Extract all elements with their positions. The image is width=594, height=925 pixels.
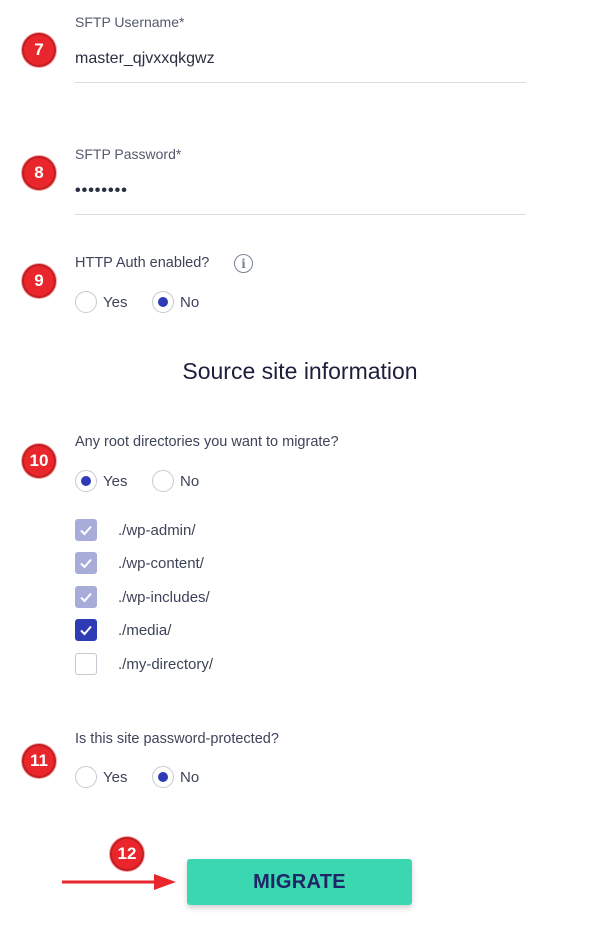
radio-checked-icon[interactable]	[75, 470, 97, 492]
directory-label: ./my-directory/	[118, 655, 214, 673]
root-dirs-question: Any root directories you want to migrate…	[75, 434, 339, 450]
http-auth-question: HTTP Auth enabled?	[75, 255, 210, 271]
radio-label: No	[180, 472, 200, 490]
directory-label: ./wp-admin/	[118, 521, 196, 539]
http-auth-no-option[interactable]: No	[152, 291, 199, 313]
checkbox-checked-disabled-icon	[75, 552, 97, 574]
step-badge-8: 8	[22, 156, 56, 190]
section-title: Source site information	[182, 358, 418, 384]
step-badge-12: 12	[110, 837, 144, 871]
sftp-username-label: SFTP Username*	[75, 14, 185, 30]
radio-checked-icon[interactable]	[152, 766, 174, 788]
step-badge-9: 9	[22, 264, 56, 298]
sftp-password-label: SFTP Password*	[75, 146, 182, 162]
directory-label: ./media/	[118, 621, 172, 639]
http-auth-yes-option[interactable]: Yes	[75, 291, 127, 313]
radio-label: No	[180, 293, 200, 311]
directory-wp-content[interactable]: ./wp-content/	[75, 552, 204, 574]
checkbox-checked-disabled-icon	[75, 586, 97, 608]
checkbox-checked-disabled-icon	[75, 519, 97, 541]
directory-my-directory[interactable]: ./my-directory/	[75, 653, 213, 675]
arrow-right-icon	[62, 874, 176, 890]
checkbox-checked-icon[interactable]	[75, 619, 97, 641]
step-badge-7: 7	[22, 33, 56, 67]
root-dirs-yes-option[interactable]: Yes	[75, 470, 127, 492]
sftp-password-input[interactable]: ••••••••	[75, 182, 128, 200]
sftp-username-input[interactable]: master_qjvxxqkgwz	[75, 50, 215, 68]
radio-label: No	[180, 768, 200, 786]
migration-form: 7 SFTP Username* master_qjvxxqkgwz 8 SFT…	[0, 0, 594, 925]
sftp-password-underline	[75, 214, 526, 215]
radio-icon[interactable]	[152, 470, 174, 492]
password-protected-no-option[interactable]: No	[152, 766, 199, 788]
radio-icon[interactable]	[75, 766, 97, 788]
step-badge-11: 11	[22, 744, 56, 778]
password-protected-yes-option[interactable]: Yes	[75, 766, 127, 788]
directory-media[interactable]: ./media/	[75, 619, 171, 641]
directory-wp-admin[interactable]: ./wp-admin/	[75, 519, 196, 541]
directory-wp-includes[interactable]: ./wp-includes/	[75, 586, 210, 608]
radio-label: Yes	[103, 472, 128, 490]
directory-label: ./wp-includes/	[118, 588, 210, 606]
radio-checked-icon[interactable]	[152, 291, 174, 313]
password-protected-question: Is this site password-protected?	[75, 731, 279, 747]
sftp-username-underline	[75, 82, 526, 83]
migrate-button[interactable]: MIGRATE	[187, 859, 412, 905]
root-dirs-no-option[interactable]: No	[152, 470, 199, 492]
info-icon[interactable]: i	[234, 254, 253, 273]
step-badge-10: 10	[22, 444, 56, 478]
radio-label: Yes	[103, 768, 128, 786]
radio-label: Yes	[103, 293, 128, 311]
checkbox-unchecked-icon[interactable]	[75, 653, 97, 675]
radio-icon[interactable]	[75, 291, 97, 313]
directory-label: ./wp-content/	[118, 554, 204, 572]
